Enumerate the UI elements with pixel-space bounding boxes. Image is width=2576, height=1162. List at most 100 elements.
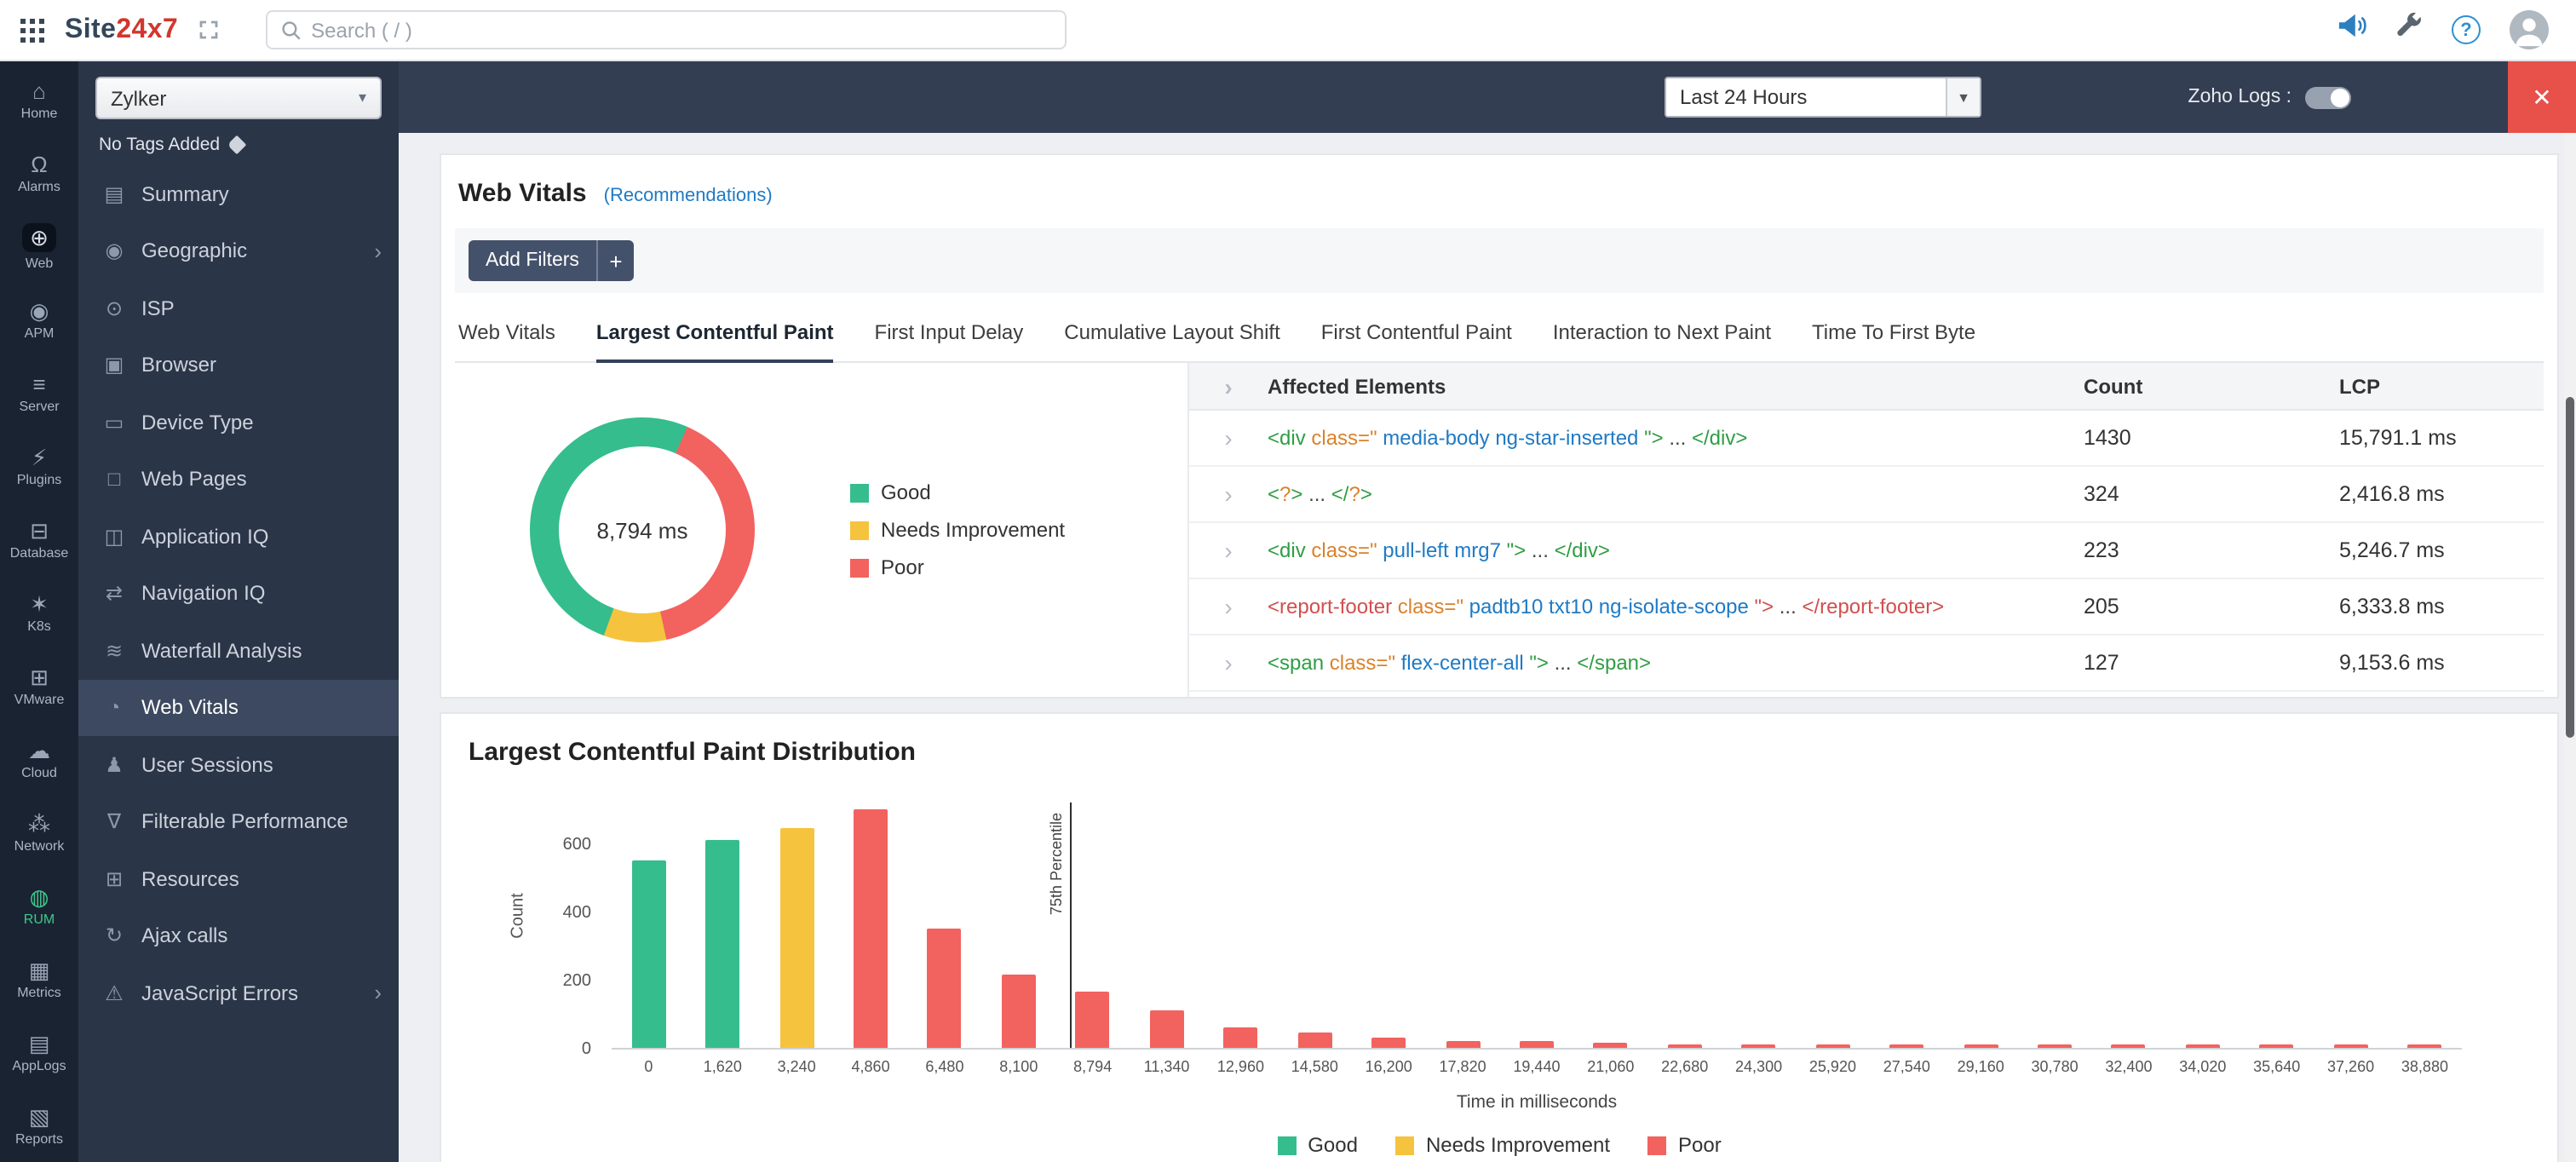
distribution-bar[interactable] bbox=[2112, 1044, 2146, 1048]
rail-item-apm[interactable]: ◉APM bbox=[0, 285, 78, 358]
sidebar-item-summary[interactable]: ▤Summary bbox=[78, 165, 399, 222]
tools-wrench-icon[interactable] bbox=[2395, 12, 2423, 48]
distribution-bar[interactable] bbox=[1076, 992, 1110, 1048]
sidebar-item-browser[interactable]: ▣Browser bbox=[78, 337, 399, 394]
rail-item-label: Home bbox=[21, 106, 58, 122]
sidebar-item-user-sessions[interactable]: ♟User Sessions bbox=[78, 736, 399, 793]
rail-item-network[interactable]: ⁂Network bbox=[0, 797, 78, 870]
distribution-legend: GoodNeeds ImprovementPoor bbox=[469, 1133, 2530, 1157]
row-expand-chevron-icon[interactable]: › bbox=[1189, 649, 1268, 676]
x-tick-label: 3,240 bbox=[760, 1058, 834, 1075]
rail-item-label: Database bbox=[10, 545, 69, 561]
tab-first-contentful-paint[interactable]: First Contentful Paint bbox=[1321, 320, 1512, 361]
sidebar-item-javascript-errors[interactable]: ⚠JavaScript Errors› bbox=[78, 964, 399, 1021]
recommendations-link[interactable]: (Recommendations) bbox=[604, 186, 773, 206]
sidebar-item-waterfall-analysis[interactable]: ≋Waterfall Analysis bbox=[78, 622, 399, 679]
expand-icon[interactable] bbox=[198, 20, 217, 39]
distribution-bar[interactable] bbox=[1594, 1043, 1628, 1048]
app-launcher-grid-icon[interactable] bbox=[20, 18, 44, 42]
distribution-bar[interactable] bbox=[1371, 1038, 1406, 1048]
distribution-bar[interactable] bbox=[854, 809, 888, 1048]
distribution-bar[interactable] bbox=[705, 840, 739, 1048]
table-row[interactable]: ›<div class=" media-body ng-star-inserte… bbox=[1189, 411, 2544, 467]
distribution-bar[interactable] bbox=[2260, 1044, 2294, 1048]
close-button[interactable]: ✕ bbox=[2508, 61, 2576, 133]
table-row[interactable]: ›<report-footer class=" padtb10 txt10 ng… bbox=[1189, 579, 2544, 636]
topbar: Site 24x7 bbox=[0, 0, 2576, 61]
search-input[interactable] bbox=[311, 18, 1050, 42]
distribution-bar[interactable] bbox=[631, 860, 665, 1048]
rail-item-metrics[interactable]: ▦Metrics bbox=[0, 943, 78, 1016]
row-expand-chevron-icon[interactable]: › bbox=[1189, 537, 1268, 564]
sidebar-item-geographic[interactable]: ◉Geographic› bbox=[78, 222, 399, 279]
sidebar-item-web-vitals[interactable]: ◔Web Vitals bbox=[78, 679, 399, 736]
rail-item-rum[interactable]: ◍RUM bbox=[0, 870, 78, 943]
rail-item-cloud[interactable]: ☁Cloud bbox=[0, 723, 78, 797]
x-tick-label: 4,860 bbox=[834, 1058, 908, 1075]
sidebar-item-web-pages[interactable]: □Web Pages bbox=[78, 451, 399, 508]
legend-item-poor: Poor bbox=[850, 555, 1065, 579]
tab-cumulative-layout-shift[interactable]: Cumulative Layout Shift bbox=[1064, 320, 1279, 361]
table-row[interactable]: ›<span class=" flex-center-all "> ... </… bbox=[1189, 636, 2544, 692]
distribution-bar[interactable] bbox=[2407, 1044, 2441, 1048]
help-icon[interactable]: ? bbox=[2452, 15, 2481, 44]
distribution-bar[interactable] bbox=[1297, 1033, 1331, 1048]
sidebar-item-device-type[interactable]: ▭Device Type bbox=[78, 394, 399, 451]
distribution-bar[interactable] bbox=[1446, 1040, 1480, 1048]
announcements-icon[interactable] bbox=[2337, 12, 2366, 48]
distribution-bar[interactable] bbox=[2186, 1044, 2220, 1048]
rail-item-plugins[interactable]: ⚡Plugins bbox=[0, 430, 78, 503]
tab-web-vitals[interactable]: Web Vitals bbox=[458, 320, 555, 361]
distribution-bar[interactable] bbox=[2038, 1044, 2072, 1048]
sidebar-item-filterable-performance[interactable]: ∇Filterable Performance bbox=[78, 793, 399, 850]
row-expand-chevron-icon[interactable]: › bbox=[1189, 480, 1268, 508]
count-cell: 223 bbox=[2084, 538, 2339, 562]
tab-time-to-first-byte[interactable]: Time To First Byte bbox=[1812, 320, 1975, 361]
chevron-right-icon: › bbox=[374, 239, 382, 264]
vertical-scrollbar[interactable] bbox=[2564, 133, 2576, 1162]
distribution-bar[interactable] bbox=[1668, 1044, 1702, 1048]
tab-largest-contentful-paint[interactable]: Largest Contentful Paint bbox=[596, 320, 834, 363]
rail-item-applogs[interactable]: ▤AppLogs bbox=[0, 1015, 78, 1089]
rail-item-label: Alarms bbox=[18, 180, 60, 195]
tab-first-input-delay[interactable]: First Input Delay bbox=[875, 320, 1024, 361]
rail-item-web[interactable]: ⊕Web bbox=[0, 211, 78, 285]
scrollbar-thumb[interactable] bbox=[2566, 397, 2574, 738]
time-range-select[interactable]: Last 24 Hours ▼ bbox=[1665, 77, 1981, 118]
distribution-bar[interactable] bbox=[1520, 1042, 1554, 1048]
table-row[interactable]: ›<div class=" pull-left mrg7 "> ... </di… bbox=[1189, 523, 2544, 579]
sidebar-item-resources[interactable]: ⊞Resources bbox=[78, 850, 399, 907]
distribution-bar[interactable] bbox=[1223, 1027, 1257, 1048]
sidebar-item-ajax-calls[interactable]: ↻Ajax calls bbox=[78, 907, 399, 964]
row-expand-chevron-icon[interactable]: › bbox=[1189, 424, 1268, 452]
add-filters-button[interactable]: Add Filters + bbox=[469, 240, 634, 281]
rail-item-home[interactable]: ⌂Home bbox=[0, 65, 78, 138]
rail-item-database[interactable]: ⊟Database bbox=[0, 503, 78, 577]
sidebar-item-navigation-iq[interactable]: ⇄Navigation IQ bbox=[78, 565, 399, 622]
table-row[interactable]: ›<?> ... </?>3242,416.8 ms bbox=[1189, 467, 2544, 523]
distribution-bar[interactable] bbox=[779, 828, 814, 1048]
distribution-bar[interactable] bbox=[1002, 975, 1036, 1048]
rail-item-reports[interactable]: ▧Reports bbox=[0, 1089, 78, 1162]
rail-item-k8s[interactable]: ✶K8s bbox=[0, 577, 78, 650]
distribution-bar[interactable] bbox=[1889, 1044, 1923, 1048]
tags-label: No Tags Added bbox=[99, 135, 220, 155]
rail-item-server[interactable]: ≡Server bbox=[0, 358, 78, 431]
sidebar-item-isp[interactable]: ⊙ISP bbox=[78, 279, 399, 337]
distribution-bar[interactable] bbox=[928, 929, 962, 1048]
distribution-bar[interactable] bbox=[1815, 1044, 1849, 1048]
distribution-bar[interactable] bbox=[1742, 1044, 1776, 1048]
user-avatar[interactable] bbox=[2510, 10, 2549, 49]
distribution-bar[interactable] bbox=[1964, 1044, 1998, 1048]
row-expand-chevron-icon[interactable]: › bbox=[1189, 593, 1268, 620]
distribution-bar[interactable] bbox=[1150, 1010, 1184, 1048]
monitor-select[interactable]: Zylker ▾ bbox=[95, 77, 382, 119]
rail-item-label: RUM bbox=[24, 912, 55, 927]
rail-item-alarms[interactable]: ΩAlarms bbox=[0, 138, 78, 211]
affected-elements-table: › Affected Elements Count LCP ›<div clas… bbox=[1187, 363, 2544, 697]
tab-interaction-to-next-paint[interactable]: Interaction to Next Paint bbox=[1553, 320, 1771, 361]
distribution-bar[interactable] bbox=[2334, 1044, 2368, 1048]
sidebar-item-application-iq[interactable]: ◫Application IQ bbox=[78, 508, 399, 565]
zoho-logs-toggle[interactable] bbox=[2305, 86, 2351, 108]
rail-item-vmware[interactable]: ⊞VMware bbox=[0, 650, 78, 723]
